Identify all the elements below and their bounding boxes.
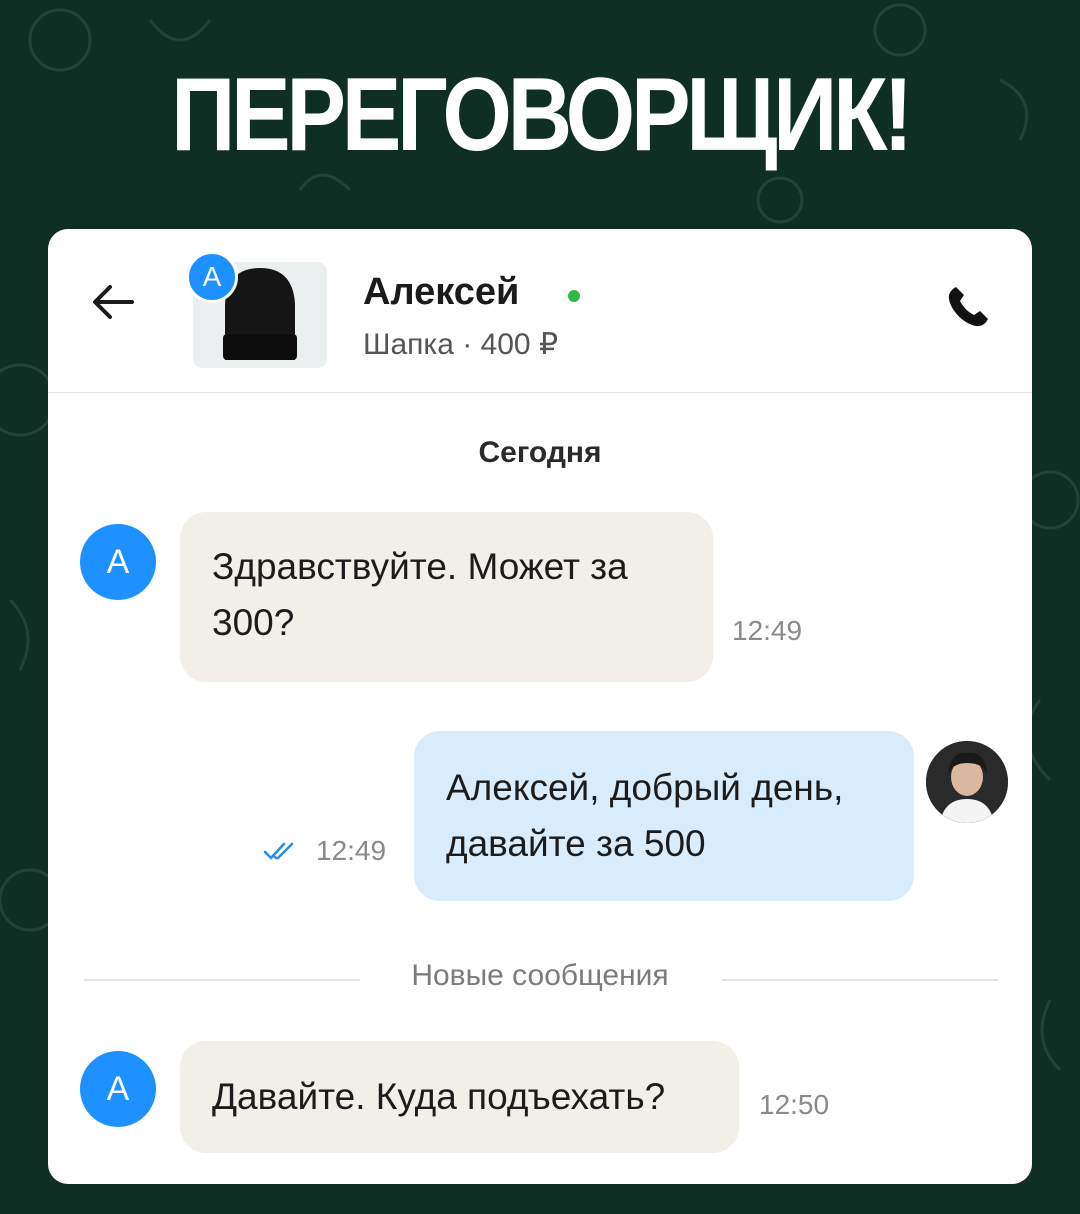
user-photo [926,741,1008,823]
contact-name[interactable]: Алексей [363,271,519,314]
listing-info[interactable]: Шапка · 400 ₽ [363,327,558,362]
incoming-message[interactable]: Здравствуйте. Может за 300? [180,512,713,682]
chat-card: А Алексей Шапка · 400 ₽ Сегодня А Здравс… [48,229,1032,1184]
online-indicator [568,290,580,302]
separator-line [722,979,998,981]
message-line: 300? [212,602,295,643]
incoming-message[interactable]: Давайте. Куда подъехать? [180,1041,739,1153]
double-check-icon [263,842,294,860]
phone-icon[interactable] [942,281,994,333]
self-avatar[interactable] [926,741,1008,823]
contact-avatar[interactable]: А [80,1051,156,1127]
message-line: давайте за 500 [446,823,706,864]
back-arrow-icon[interactable] [88,277,138,327]
message-line: Здравствуйте. Может за [212,546,628,587]
new-messages-separator: Новые сообщения [411,959,669,992]
message-time: 12:49 [732,615,803,646]
chat-header: А Алексей Шапка · 400 ₽ [48,229,1032,393]
headline: ПЕРЕГОВОРЩИК! [171,57,913,173]
message-time: 12:50 [759,1089,830,1120]
contact-avatar[interactable]: А [80,524,156,600]
outgoing-message[interactable]: Алексей, добрый день, давайте за 500 [414,731,914,901]
date-separator: Сегодня [478,436,602,469]
message-time: 12:49 [316,835,387,866]
message-line: Давайте. Куда подъехать? [212,1076,666,1117]
message-line: Алексей, добрый день, [446,767,844,808]
contact-avatar-badge: А [186,251,238,303]
